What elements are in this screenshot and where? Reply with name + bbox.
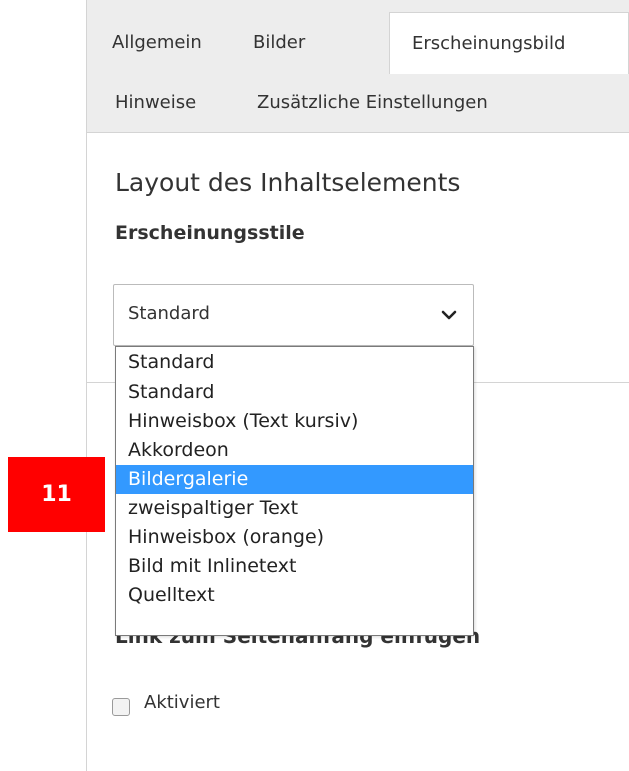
dropdown-option[interactable]: Hinweisbox (orange) bbox=[116, 523, 473, 552]
dropdown-option[interactable]: Akkordeon bbox=[116, 436, 473, 465]
tab-bilder[interactable]: Bilder bbox=[253, 31, 305, 55]
dropdown-option[interactable]: Standard bbox=[116, 378, 473, 407]
dropdown-option-highlighted[interactable]: Bildergalerie bbox=[116, 465, 473, 494]
left-margin bbox=[0, 0, 86, 771]
dropdown-option[interactable]: Hinweisbox (Text kursiv) bbox=[116, 407, 473, 436]
dropdown-option[interactable]: Standard bbox=[116, 348, 473, 377]
field-label-erscheinungsstile: Erscheinungsstile bbox=[115, 222, 305, 244]
appearance-style-select[interactable]: Standard bbox=[113, 284, 474, 346]
checkbox-aktiviert[interactable] bbox=[112, 698, 130, 716]
checkbox-label: Aktiviert bbox=[144, 692, 220, 713]
dropdown-option[interactable]: zweispaltiger Text bbox=[116, 494, 473, 523]
tab-erscheinungsbild[interactable]: Erscheinungsbild bbox=[389, 12, 629, 74]
select-current-value: Standard bbox=[128, 303, 210, 324]
tab-hinweise[interactable]: Hinweise bbox=[115, 91, 196, 115]
tab-bar: Allgemein Bilder Erscheinungsbild Hinwei… bbox=[87, 0, 629, 133]
dropdown-option[interactable]: Bild mit Inlinetext bbox=[116, 552, 473, 581]
annotation-badge: 11 bbox=[8, 457, 105, 532]
section-title: Layout des Inhaltselements bbox=[115, 168, 461, 197]
dropdown-list: Standard Standard Hinweisbox (Text kursi… bbox=[115, 346, 474, 636]
tab-zusaetzliche-einstellungen[interactable]: Zusätzliche Einstellungen bbox=[257, 91, 488, 115]
chevron-down-icon bbox=[441, 310, 457, 320]
dropdown-option[interactable]: Quelltext bbox=[116, 581, 473, 610]
tab-allgemein[interactable]: Allgemein bbox=[112, 31, 202, 55]
